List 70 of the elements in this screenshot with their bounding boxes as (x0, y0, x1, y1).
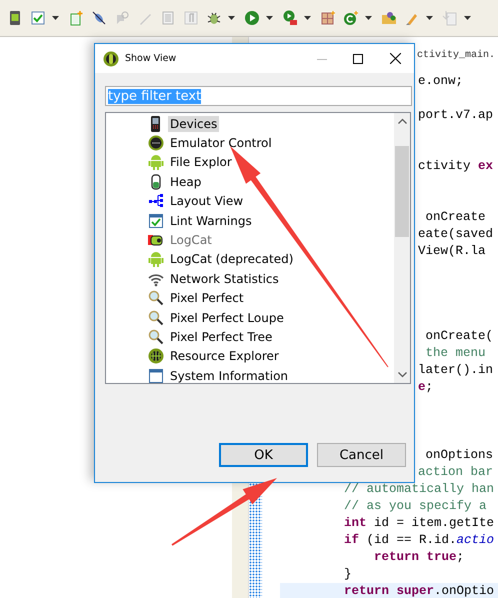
code-line: eate(saved (418, 226, 494, 243)
caret-icon[interactable] (365, 16, 372, 20)
scrollbar-thumb[interactable] (395, 146, 409, 237)
code-line: // automatically han (344, 481, 494, 498)
folder-icon[interactable] (381, 10, 397, 26)
code-line: action bar (418, 464, 494, 481)
code-line: return true; (373, 549, 464, 566)
view-list-item[interactable]: Lint Warnings (168, 212, 254, 229)
caret-icon[interactable] (426, 16, 433, 20)
code-line: port.v7.ap (418, 107, 494, 124)
checklist-icon (148, 212, 164, 229)
new-file-icon[interactable] (68, 10, 84, 26)
view-list-item[interactable]: LogCat (deprecated) (168, 251, 296, 268)
checkbox-icon[interactable] (30, 10, 46, 26)
scroll-up-icon[interactable] (398, 118, 406, 124)
android-logo-icon (103, 50, 119, 66)
logcat-icon (148, 232, 164, 248)
magnifier-icon (148, 328, 164, 345)
caret-icon[interactable] (228, 16, 235, 20)
code-line: onOptions (424, 447, 494, 464)
android-icon (148, 251, 164, 268)
view-list-item[interactable]: Pixel Perfect Loupe (168, 310, 286, 326)
view-list-item[interactable]: Devices (168, 116, 220, 132)
android-device-icon[interactable] (7, 10, 23, 26)
code-line: int id = item.getIte (344, 515, 494, 532)
view-list-item[interactable]: Pixel Perfect (168, 290, 246, 306)
ok-button[interactable]: OK (219, 443, 308, 467)
code-line: return super.onOptio (344, 583, 494, 598)
round-control-icon (148, 135, 164, 152)
scrollbar[interactable] (394, 113, 410, 383)
caret-icon[interactable] (52, 16, 59, 20)
code-line: onCreate( (424, 328, 494, 345)
tree-icon (148, 193, 164, 210)
satellite-icon[interactable] (91, 10, 107, 26)
grid-icon[interactable] (320, 10, 336, 26)
view-list-item[interactable]: Emulator Control (168, 135, 274, 152)
magnifier-icon (148, 290, 164, 306)
code-line: // as you specify a (344, 498, 487, 515)
run-icon[interactable] (244, 10, 260, 26)
view-list-item[interactable]: Network Statistics (168, 270, 281, 287)
code-line: onCreate (424, 209, 486, 226)
class-add-icon[interactable] (343, 10, 359, 26)
bug-icon[interactable] (206, 10, 222, 26)
code-line: later().in (418, 362, 494, 379)
view-list-item[interactable]: File Explor (168, 154, 234, 170)
dialog-title: Show View (125, 53, 178, 64)
close-icon[interactable] (390, 53, 400, 64)
editor-tab[interactable]: ctivity_main. (417, 50, 496, 60)
run-toolbox-icon[interactable] (282, 10, 298, 26)
view-list-item[interactable]: Pixel Perfect Tree (168, 328, 274, 345)
scroll-down-icon[interactable] (398, 372, 406, 378)
magnifier-icon (148, 310, 164, 326)
code-line: e; (418, 379, 434, 396)
android-icon (148, 154, 164, 170)
code-line: if (id == R.id.actio (344, 532, 494, 549)
cancel-button[interactable]: Cancel (317, 443, 406, 467)
caret-icon[interactable] (304, 16, 311, 20)
caret-icon[interactable] (266, 16, 273, 20)
view-list-item[interactable]: Layout View (168, 193, 246, 210)
code-line: } (344, 566, 352, 583)
view-list-item[interactable]: System Information (168, 368, 290, 383)
code-line: View(R.la (418, 243, 486, 260)
globe-icon (148, 348, 164, 364)
view-list-item[interactable]: Heap (168, 174, 204, 190)
code-line: the menu (424, 345, 486, 362)
code-line: ctivity ex (418, 158, 494, 175)
code-line: e.onw; (418, 73, 464, 90)
maximize-icon[interactable] (353, 54, 363, 64)
view-list-item[interactable]: Resource Explorer (168, 348, 281, 364)
caret-icon[interactable] (464, 16, 471, 20)
